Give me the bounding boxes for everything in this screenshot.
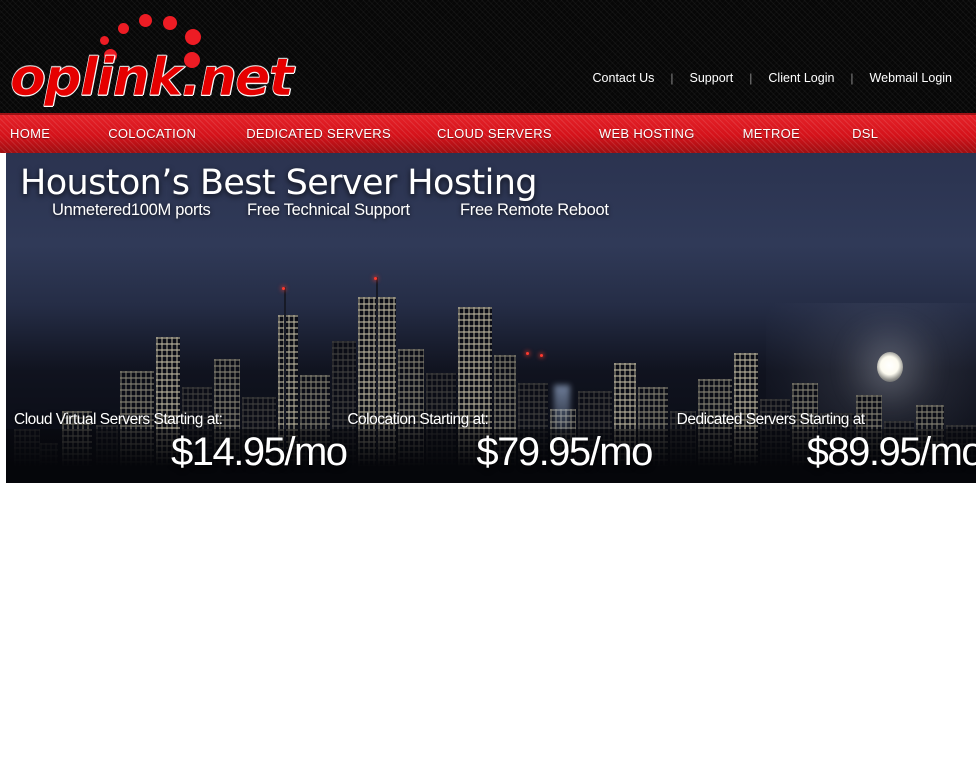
nav-item-metroe[interactable]: METROE	[743, 125, 800, 143]
logo-dot-icon	[185, 29, 201, 45]
header-utility-links: Contact Us | Support | Client Login | We…	[591, 71, 954, 85]
nav-link-dsl[interactable]: DSL	[852, 126, 878, 141]
nav-link-cloud-servers[interactable]: CLOUD SERVERS	[437, 126, 552, 141]
header-link-separator: |	[670, 71, 674, 85]
nav-item-cloud-servers[interactable]: CLOUD SERVERS	[437, 125, 552, 143]
header-link-client-login[interactable]: Client Login	[766, 71, 836, 85]
pricing-value: $14.95/mo	[171, 430, 348, 474]
hero-feature-unmetered-ports: Unmetered100M ports	[52, 201, 211, 219]
pricing-value: $89.95/mo	[806, 430, 976, 474]
moon-icon	[877, 352, 903, 382]
logo-dot-icon	[139, 14, 152, 27]
nav-item-colocation[interactable]: COLOCATION	[108, 125, 196, 143]
logo-dot-icon	[100, 36, 109, 45]
logo-dot-icon	[118, 23, 129, 34]
aircraft-warning-light-icon	[374, 277, 377, 280]
header-link-separator: |	[850, 71, 854, 85]
pricing-label: Colocation Starting at:	[347, 411, 489, 428]
nav-link-dedicated-servers[interactable]: DEDICATED SERVERS	[246, 126, 391, 141]
aircraft-warning-light-icon	[526, 352, 529, 355]
hero-banner: Houston’s Best Server Hosting Unmetered1…	[6, 153, 976, 483]
pricing-label: Dedicated Servers Starting at	[676, 411, 865, 428]
pricing-dedicated-servers[interactable]: Dedicated Servers Starting at $89.95/mo	[657, 411, 976, 483]
nav-link-web-hosting[interactable]: WEB HOSTING	[599, 126, 695, 141]
pricing-value: $79.95/mo	[476, 430, 653, 474]
nav-link-colocation[interactable]: COLOCATION	[108, 126, 196, 141]
hero-pricing-row: Cloud Virtual Servers Starting at: $14.9…	[6, 411, 976, 483]
pricing-colocation[interactable]: Colocation Starting at: $79.95/mo	[331, 411, 656, 483]
logo-wordmark: oplink.net	[10, 48, 294, 109]
nav-item-dedicated-servers[interactable]: DEDICATED SERVERS	[246, 125, 391, 143]
nav-link-metroe[interactable]: METROE	[743, 126, 800, 141]
site-header: oplink.net Contact Us | Support | Client…	[0, 0, 976, 113]
aircraft-warning-light-icon	[282, 287, 285, 290]
aircraft-warning-light-icon	[540, 354, 543, 357]
hero-feature-list: Unmetered100M ports Free Technical Suppo…	[52, 201, 672, 220]
hero-feature-free-support: Free Technical Support	[247, 201, 410, 219]
hero-headline: Houston’s Best Server Hosting	[20, 163, 538, 203]
header-link-webmail-login[interactable]: Webmail Login	[868, 71, 954, 85]
nav-item-home[interactable]: HOME	[10, 125, 50, 143]
header-link-contact-us[interactable]: Contact Us	[591, 71, 657, 85]
main-content: Premium Internet Services powered by 10G…	[0, 483, 976, 765]
site-logo[interactable]: oplink.net	[8, 4, 294, 108]
logo-dot-icon	[163, 16, 177, 30]
nav-item-dsl[interactable]: DSL	[852, 125, 878, 143]
main-navigation: HOME COLOCATION DEDICATED SERVERS CLOUD …	[0, 113, 976, 153]
pricing-label: Cloud Virtual Servers Starting at:	[14, 411, 223, 428]
header-link-separator: |	[749, 71, 753, 85]
hero-feature-remote-reboot: Free Remote Reboot	[460, 201, 609, 219]
nav-item-web-hosting[interactable]: WEB HOSTING	[599, 125, 695, 143]
pricing-cloud-virtual-servers[interactable]: Cloud Virtual Servers Starting at: $14.9…	[6, 411, 348, 483]
header-link-support[interactable]: Support	[688, 71, 736, 85]
nav-link-home[interactable]: HOME	[10, 126, 50, 141]
